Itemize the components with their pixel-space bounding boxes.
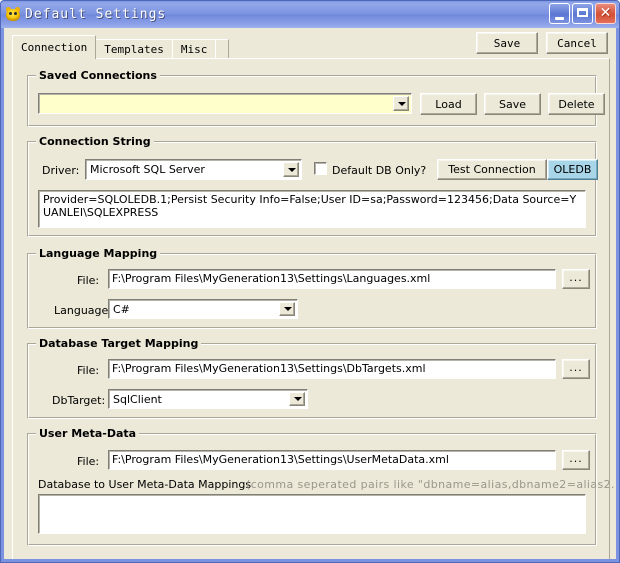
mappings-label: Database to User Meta-Data Mappings: [38, 478, 252, 491]
test-connection-button[interactable]: Test Connection: [437, 159, 547, 180]
driver-combo[interactable]: Microsoft SQL Server: [85, 159, 302, 180]
mappings-hint: (comma seperated pairs like "dbname=alia…: [246, 478, 616, 491]
tab-templates-label: Templates: [104, 43, 164, 56]
dialog-client-area: Connection Templates Misc Save Cancel Sa…: [4, 28, 616, 559]
language-file-browse-button[interactable]: ...: [562, 269, 590, 289]
user-meta-data-group: User Meta-Data File: F:\Program Files\My…: [27, 427, 616, 546]
dbtarget-file-browse-button[interactable]: ...: [562, 359, 590, 379]
saved-connections-title: Saved Connections: [36, 69, 160, 82]
chevron-down-icon[interactable]: [283, 162, 299, 177]
dialog-action-buttons: Save Cancel: [476, 32, 608, 54]
top-bar: Connection Templates Misc Save Cancel: [4, 28, 616, 59]
delete-connection-button[interactable]: Delete: [548, 93, 605, 115]
tab-templates[interactable]: Templates: [95, 39, 173, 59]
driver-label: Driver:: [42, 164, 80, 177]
connection-string-title: Connection String: [36, 135, 154, 148]
dbtarget-file-label: File:: [77, 364, 100, 377]
tab-misc[interactable]: Misc: [171, 39, 217, 59]
cancel-button[interactable]: Cancel: [546, 32, 608, 54]
dbtarget-file-input[interactable]: F:\Program Files\MyGeneration13\Settings…: [108, 359, 556, 379]
database-target-mapping-group: Database Target Mapping File: F:\Program…: [27, 337, 597, 419]
tab-misc-label: Misc: [180, 43, 208, 56]
database-target-mapping-title: Database Target Mapping: [36, 337, 202, 350]
language-mapping-group: Language Mapping File: F:\Program Files\…: [27, 247, 597, 329]
oledb-button[interactable]: OLEDB: [547, 159, 598, 180]
tab-strip-filler: [215, 39, 230, 59]
load-connection-button[interactable]: Load: [420, 93, 477, 115]
usermetadata-file-label: File:: [77, 455, 100, 468]
window-controls: ✕: [549, 3, 616, 24]
language-file-input[interactable]: F:\Program Files\MyGeneration13\Settings…: [108, 269, 556, 289]
dbtarget-combo[interactable]: SqlClient: [108, 389, 308, 409]
connection-string-group: Connection String Driver: Microsoft SQL …: [27, 135, 598, 237]
dbtarget-label: DbTarget:: [52, 394, 106, 407]
tab-connection-label: Connection: [21, 41, 88, 54]
tab-strip: Connection Templates Misc: [12, 35, 230, 59]
mappings-textarea[interactable]: [38, 494, 586, 534]
default-settings-window: Default Settings ✕ Connection Templates …: [0, 0, 620, 563]
language-combo[interactable]: C#: [108, 299, 298, 319]
app-bug-icon: [5, 5, 21, 23]
default-db-only-checkbox[interactable]: [314, 162, 327, 175]
close-button[interactable]: ✕: [595, 3, 616, 24]
chevron-down-icon[interactable]: [393, 96, 409, 111]
title-bar[interactable]: Default Settings ✕: [1, 1, 619, 28]
tab-connection[interactable]: Connection: [12, 35, 97, 59]
saved-connections-combo[interactable]: [38, 93, 412, 114]
usermetadata-file-browse-button[interactable]: ...: [562, 450, 590, 470]
language-value: C#: [113, 302, 130, 316]
save-connection-button[interactable]: Save: [484, 93, 541, 115]
usermetadata-file-input[interactable]: F:\Program Files\MyGeneration13\Settings…: [108, 450, 556, 470]
language-file-label: File:: [77, 274, 100, 287]
chevron-down-icon[interactable]: [289, 392, 305, 406]
default-db-only-label: Default DB Only?: [332, 164, 427, 177]
saved-connections-group: Saved Connections Load Save Delete: [27, 69, 605, 127]
chevron-down-icon[interactable]: [279, 302, 295, 316]
driver-value: Microsoft SQL Server: [90, 163, 205, 176]
maximize-button[interactable]: [572, 3, 593, 24]
dbtarget-value: SqlClient: [113, 392, 162, 406]
save-button[interactable]: Save: [476, 32, 538, 54]
language-mapping-title: Language Mapping: [36, 247, 161, 260]
minimize-button[interactable]: [549, 3, 570, 24]
connection-tab-page: Saved Connections Load Save Delete Conne…: [12, 58, 616, 559]
user-meta-data-title: User Meta-Data: [36, 427, 140, 440]
window-title: Default Settings: [25, 7, 167, 22]
connection-string-textarea[interactable]: Provider=SQLOLEDB.1;Persist Security Inf…: [38, 190, 586, 228]
language-label: Language:: [54, 304, 112, 317]
